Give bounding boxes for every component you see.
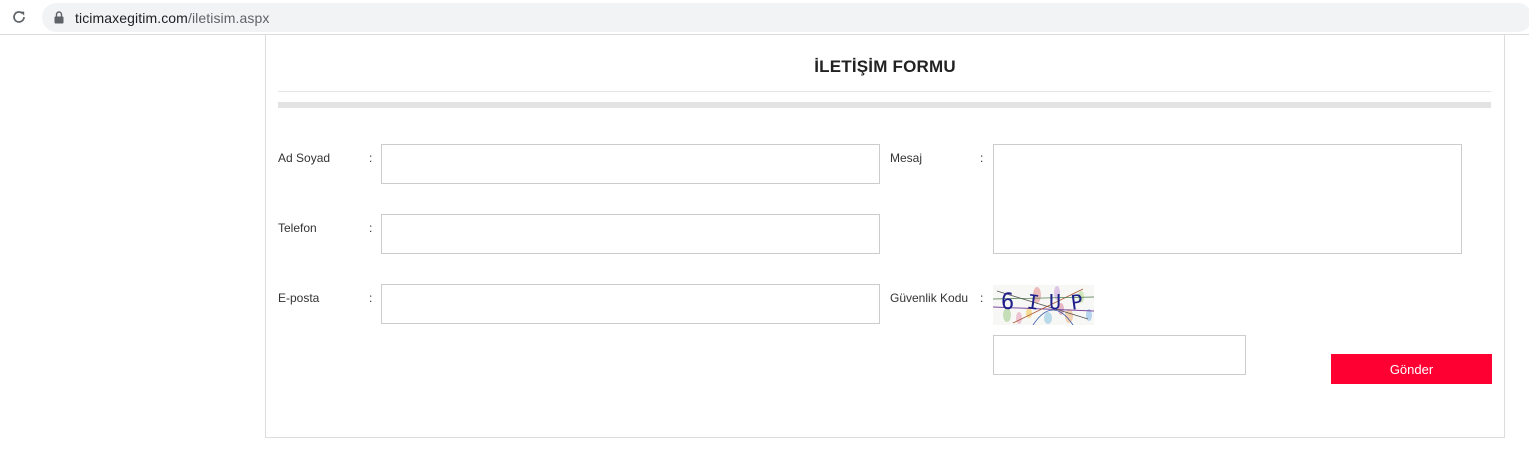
address-bar[interactable]: ticimaxegitim.com/iletisim.aspx	[42, 3, 1529, 32]
email-label: E-posta	[278, 291, 320, 305]
message-colon: :	[980, 151, 984, 165]
captcha-image: 6 I U P	[993, 285, 1094, 325]
form-title: İLETİŞİM FORMU	[814, 57, 956, 76]
message-textarea[interactable]	[993, 144, 1462, 254]
phone-colon: :	[369, 221, 373, 235]
email-colon: :	[369, 291, 373, 305]
captcha-graphic: 6 I U P	[993, 285, 1094, 325]
url-path: /iletisim.aspx	[187, 9, 270, 26]
security-code-input[interactable]	[993, 335, 1246, 375]
email-input[interactable]	[381, 284, 880, 324]
message-label: Mesaj	[890, 151, 923, 165]
lock-icon	[53, 11, 65, 25]
submit-button[interactable]: Gönder	[1331, 354, 1492, 384]
browser-toolbar: ticimaxegitim.com/iletisim.aspx	[0, 0, 1529, 35]
title-bar	[278, 102, 1491, 108]
name-colon: :	[369, 151, 373, 165]
name-label: Ad Soyad	[278, 151, 331, 165]
security-code-label: Güvenlik Kodu	[890, 291, 969, 305]
url-domain: ticimaxegitim.com	[75, 9, 188, 26]
svg-text:U: U	[1049, 290, 1061, 314]
title-divider	[278, 91, 1491, 92]
reload-button[interactable]	[8, 6, 30, 28]
url-text: ticimaxegitim.com/iletisim.aspx	[75, 10, 269, 26]
phone-label: Telefon	[278, 221, 317, 235]
phone-input[interactable]	[381, 214, 880, 254]
reload-icon	[13, 11, 25, 23]
security-code-colon: :	[980, 291, 984, 305]
name-input[interactable]	[381, 144, 880, 184]
contact-form-panel: İLETİŞİM FORMU Ad Soyad : Telefon : E-po…	[265, 35, 1505, 438]
svg-text:6: 6	[1001, 290, 1014, 315]
